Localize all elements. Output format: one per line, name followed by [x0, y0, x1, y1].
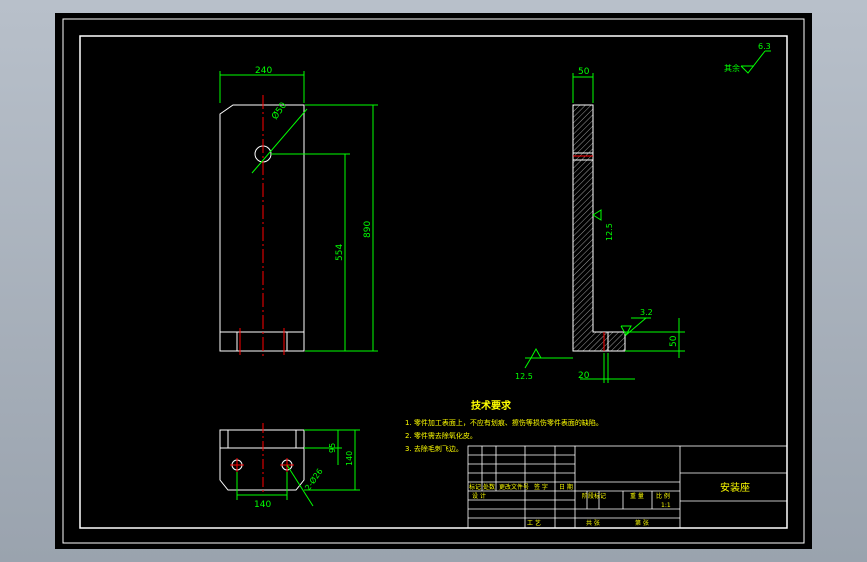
top-hole-dim: 2-Ø26	[302, 466, 324, 492]
top-width-dim: 140	[254, 500, 271, 510]
tb-label-date: 日 期	[559, 483, 573, 491]
tb-scale-value: 1:1	[661, 502, 671, 509]
tb-label-sheet: 共 张	[586, 519, 600, 527]
tech-requirements: 技术要求 1. 零件加工表面上，不应有划痕、擦伤等损伤零件表面的缺陷。 2. 零…	[405, 399, 603, 453]
drawing-canvas[interactable]: 240 Ø50 890 554 50 50 20 12.5 3.2 12.5 1…	[55, 13, 812, 549]
tech-requirement-item: 3. 去除毛刺飞边。	[405, 444, 463, 453]
corner-roughness-label: 其余	[724, 63, 740, 73]
top-view: 140 2-Ø26 95 140	[219, 423, 360, 510]
roughness-bottom: 12.5	[515, 372, 533, 381]
top-depth-outer-dim: 140	[345, 451, 354, 466]
front-hole-height-dim: 554	[335, 244, 345, 261]
roughness-face: 12.5	[605, 223, 614, 241]
title-block-text: 标记 处数 更改文件号 签 字 日 期 设 计 工 艺 阶段标记 重 量 比 例…	[469, 483, 671, 527]
side-foot-length-dim: 20	[578, 371, 590, 381]
tb-label-change-doc: 更改文件号	[499, 483, 529, 491]
tb-label-count: 处数	[483, 483, 495, 491]
top-view-outline[interactable]	[219, 429, 305, 491]
tb-label-process: 工 艺	[527, 519, 541, 527]
outer-border	[62, 18, 805, 544]
side-section-hatched[interactable]	[572, 104, 626, 352]
tb-label-sheet-of: 第 张	[635, 519, 649, 527]
side-thickness-dim: 50	[578, 67, 590, 77]
tb-label-stage: 阶段标记	[582, 492, 606, 500]
top-depth-inner-dim: 95	[328, 443, 337, 453]
front-hole-dim: Ø50	[269, 100, 289, 122]
tb-label-marker: 标记	[469, 483, 481, 491]
front-width-dim: 240	[255, 66, 272, 76]
tech-requirements-title: 技术要求	[471, 399, 512, 412]
part-name: 安装座	[720, 481, 750, 494]
tech-requirement-item: 2. 零件需去除氧化皮。	[405, 431, 477, 440]
corner-roughness: 其余 6.3	[724, 42, 771, 74]
tb-label-designer: 设 计	[472, 492, 486, 500]
side-foot-height-dim: 50	[669, 335, 679, 347]
tech-requirement-item: 1. 零件加工表面上，不应有划痕、擦伤等损伤零件表面的缺陷。	[405, 418, 603, 427]
cad-viewport[interactable]: 240 Ø50 890 554 50 50 20 12.5 3.2 12.5 1…	[55, 13, 812, 549]
tb-label-sign: 签 字	[534, 483, 548, 491]
roughness-top: 3.2	[640, 308, 653, 317]
inner-border	[79, 35, 788, 529]
tb-label-scale: 比 例	[656, 492, 670, 500]
tb-label-weight: 重 量	[630, 492, 644, 500]
front-view: 240 Ø50 890 554	[219, 66, 378, 356]
front-view-outline[interactable]	[219, 104, 305, 352]
corner-roughness-value: 6.3	[758, 42, 771, 51]
front-height-dim: 890	[363, 221, 373, 238]
side-view: 50 50 20 12.5 3.2 12.5	[515, 67, 685, 383]
